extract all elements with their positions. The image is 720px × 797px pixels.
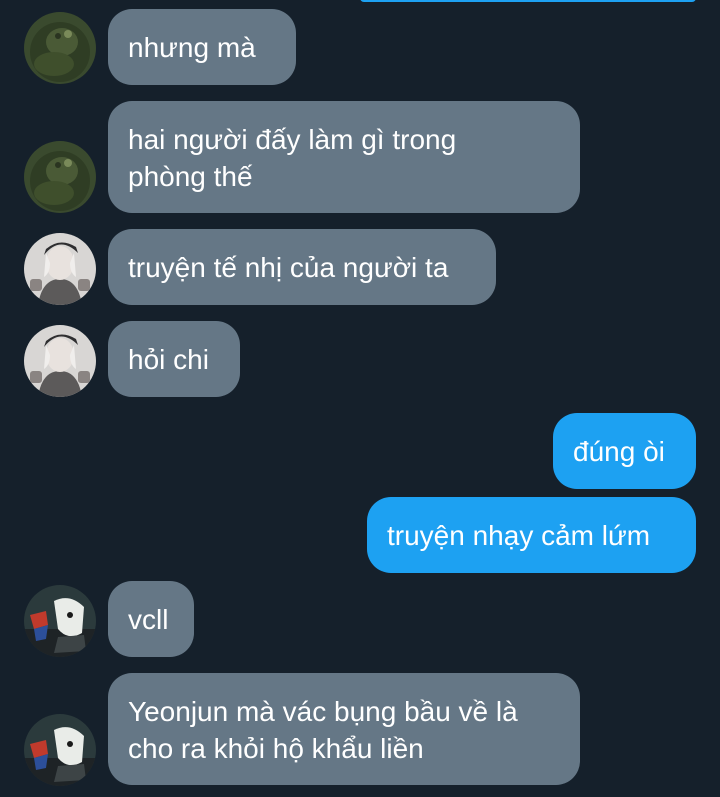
hulk-avatar-icon [24,12,96,84]
incoming-message-bubble[interactable]: Yeonjun mà vác bụng bầu về là cho ra khỏ… [108,673,580,785]
avatar[interactable] [24,325,96,397]
avatar[interactable] [24,585,96,657]
cartoon-avatar-icon [24,714,96,786]
message-text-line: Yeonjun mà vác bụng bầu về là [128,696,518,727]
message-text-line: phòng thế [128,161,253,192]
message-text: nhưng mà [128,32,256,63]
incoming-message-bubble[interactable]: truyện tế nhị của người ta [108,229,496,305]
avatar[interactable] [24,233,96,305]
incoming-message-bubble[interactable]: nhưng mà [108,9,296,85]
outgoing-message-bubble[interactable]: đúng òi [553,413,696,489]
person-avatar-icon [24,233,96,305]
incoming-message-bubble[interactable]: vcll [108,581,194,657]
cartoon-avatar-icon [24,585,96,657]
incoming-message-bubble[interactable]: hỏi chi [108,321,240,397]
message-text: vcll [128,604,169,635]
incoming-message-bubble[interactable]: hai người đấy làm gì trong phòng thế [108,101,580,213]
message-text: đúng òi [573,436,665,467]
person-avatar-icon [24,325,96,397]
previous-outgoing-bubble-edge [360,0,696,2]
outgoing-message-bubble[interactable]: truyện nhạy cảm lứm [367,497,696,573]
message-text: truyện tế nhị của người ta [128,252,449,283]
message-text-line: cho ra khỏi hộ khẩu liền [128,733,424,764]
message-text: hỏi chi [128,344,209,375]
avatar[interactable] [24,12,96,84]
avatar[interactable] [24,141,96,213]
avatar[interactable] [24,714,96,786]
hulk-avatar-icon [24,141,96,213]
message-text: truyện nhạy cảm lứm [387,520,651,551]
message-text-line: hai người đấy làm gì trong [128,124,457,155]
